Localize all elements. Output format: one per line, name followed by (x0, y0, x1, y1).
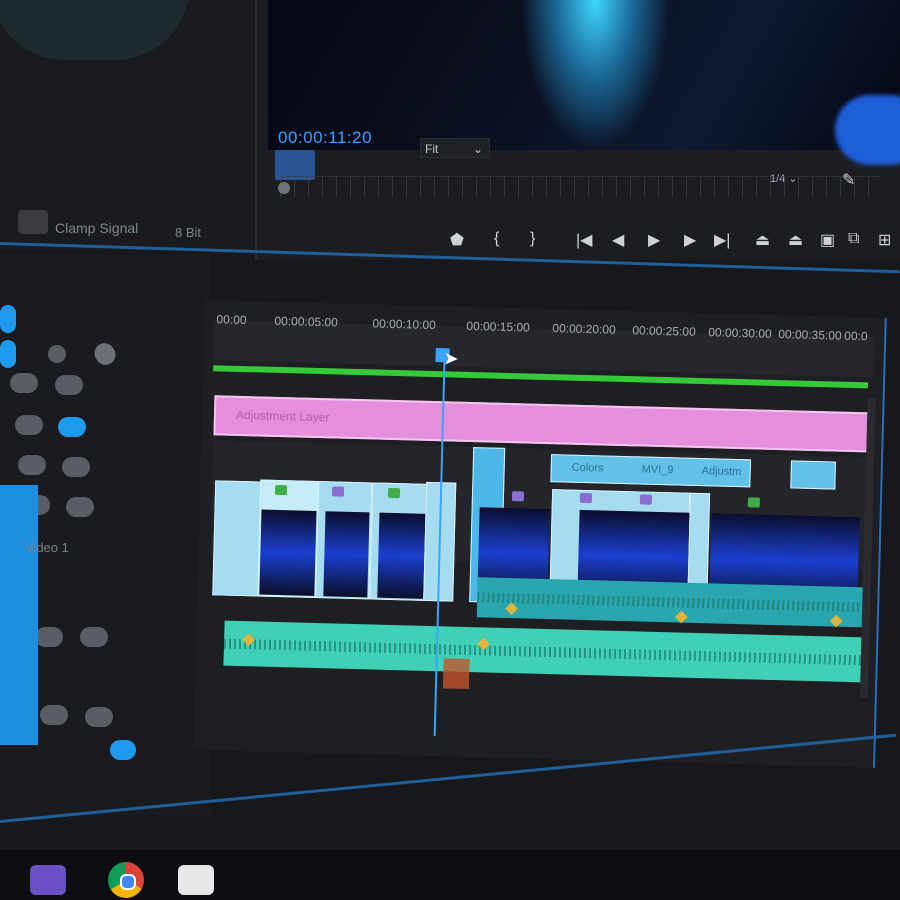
play-icon[interactable]: ▶ (648, 230, 660, 250)
export-frame-icon[interactable]: ▣ (820, 230, 835, 250)
premiere-app-icon[interactable] (30, 865, 66, 895)
ruler-timecode: 00:00:35:00 (778, 327, 842, 343)
fit-label: Fit (425, 142, 439, 156)
marker-icon[interactable]: ⬟ (450, 230, 464, 250)
ruler-timecode: 00:00:15:00 (466, 318, 530, 335)
selection-tool-icon[interactable] (48, 345, 66, 363)
blue-toggle-2[interactable] (0, 340, 16, 368)
extract-icon[interactable]: ⏏ (788, 230, 803, 250)
clip-label: Adjustment Layer (235, 407, 330, 425)
clip-title: Colors (571, 461, 604, 475)
ruler-timecode: 00:00:20:00 (552, 321, 616, 337)
audio-waveform (223, 638, 864, 665)
button-editor-icon[interactable]: ⊞ (878, 230, 891, 250)
audio-waveform (477, 592, 868, 613)
clamp-signal-label: Clamp Signal (55, 220, 139, 236)
zoom-tool-icon[interactable] (66, 497, 94, 517)
stage-light (520, 0, 670, 150)
clip-thumbnail (377, 512, 426, 599)
track-select-icon[interactable] (10, 373, 38, 393)
bit-depth-select[interactable]: 8 Bit (175, 225, 201, 240)
clip-thumbnail (323, 511, 370, 598)
slip-tool-icon[interactable] (18, 455, 46, 475)
ripple-edit-icon[interactable] (55, 375, 83, 395)
ruler-timecode: 00:00 (216, 312, 247, 328)
ruler-timecode: 00:00:30:00 (708, 325, 772, 341)
fx-badge-icon (579, 492, 593, 504)
playhead-timecode[interactable]: 00:00:11:20 (278, 128, 372, 148)
add-track-icon[interactable] (110, 740, 136, 760)
go-to-in-icon[interactable]: |◀ (576, 230, 592, 250)
step-back-icon[interactable]: ◀ (612, 230, 624, 250)
stage-object (835, 95, 900, 165)
blue-toggle-1[interactable] (0, 305, 16, 333)
title-clip[interactable] (790, 460, 836, 490)
mute-track-icon[interactable] (40, 705, 68, 725)
track-header-selected[interactable] (0, 485, 38, 745)
pen-tool-icon[interactable] (90, 339, 120, 369)
timeline-panel: Adjustment Layer Colors MVI_9 Adjustm 00… (193, 300, 887, 768)
ruler-timecode: 00:0 (844, 328, 868, 344)
ruler-handle[interactable] (278, 182, 290, 194)
fx-badge-icon (747, 497, 761, 508)
ruler-timecode: 00:00:05:00 (274, 313, 339, 330)
go-to-out-icon[interactable]: ▶| (714, 230, 730, 250)
title-clip[interactable]: Colors MVI_9 Adjustm (550, 454, 752, 488)
comparison-icon[interactable]: ⧉ (848, 230, 859, 248)
source-preview (0, 0, 190, 60)
fx-badge-icon (511, 491, 525, 502)
keyframe-icon[interactable] (675, 610, 688, 624)
step-forward-icon[interactable]: ▶ (684, 230, 696, 250)
fx-badge-icon (331, 486, 345, 497)
video-clip[interactable] (212, 480, 264, 597)
razor-tool-icon[interactable] (58, 417, 86, 437)
fx-badge-icon (639, 494, 653, 505)
monitor-screen: Clamp Signal 8 Bit 00:00:11:20 Fit ⌄ 1/4… (0, 0, 900, 860)
clip-title: MVI_9 (641, 463, 674, 477)
track-label-video1: Video 1 (25, 540, 69, 555)
mark-in-icon[interactable]: { (494, 230, 499, 248)
mouse-cursor-icon: ➤ (443, 348, 459, 369)
file-explorer-icon[interactable] (178, 865, 214, 895)
zoom-fit-select[interactable]: Fit ⌄ (420, 138, 490, 158)
ruler-timecode: 00:00:10:00 (372, 316, 437, 333)
keyframe-icon[interactable] (829, 614, 843, 628)
program-ruler[interactable] (280, 176, 880, 197)
rolling-edit-icon[interactable] (15, 415, 43, 435)
clamp-signal-icon[interactable] (18, 210, 48, 234)
ruler-timecode: 00:00:25:00 (632, 323, 696, 339)
mark-out-icon[interactable]: } (530, 230, 535, 248)
audio-clip-a2[interactable] (223, 620, 865, 683)
slide-tool-icon[interactable] (62, 457, 90, 477)
keyframe-icon[interactable] (505, 602, 518, 615)
lift-icon[interactable]: ⏏ (755, 230, 770, 250)
toggle-output-icon[interactable] (35, 627, 63, 647)
solo-track-icon[interactable] (85, 707, 113, 727)
chrome-icon-center (120, 874, 136, 890)
fx-badge-icon (387, 487, 401, 499)
clip-title: Adjustm (701, 465, 742, 479)
chevron-down-icon: ⌄ (472, 142, 483, 156)
source-panel: Clamp Signal 8 Bit (0, 0, 255, 250)
sync-lock-icon[interactable] (80, 627, 108, 647)
clip-thumbnail (259, 509, 317, 596)
settings-wrench-icon[interactable]: ✎ (842, 170, 855, 190)
fx-badge-icon (274, 484, 288, 496)
audio-gap-marker[interactable] (442, 658, 470, 690)
